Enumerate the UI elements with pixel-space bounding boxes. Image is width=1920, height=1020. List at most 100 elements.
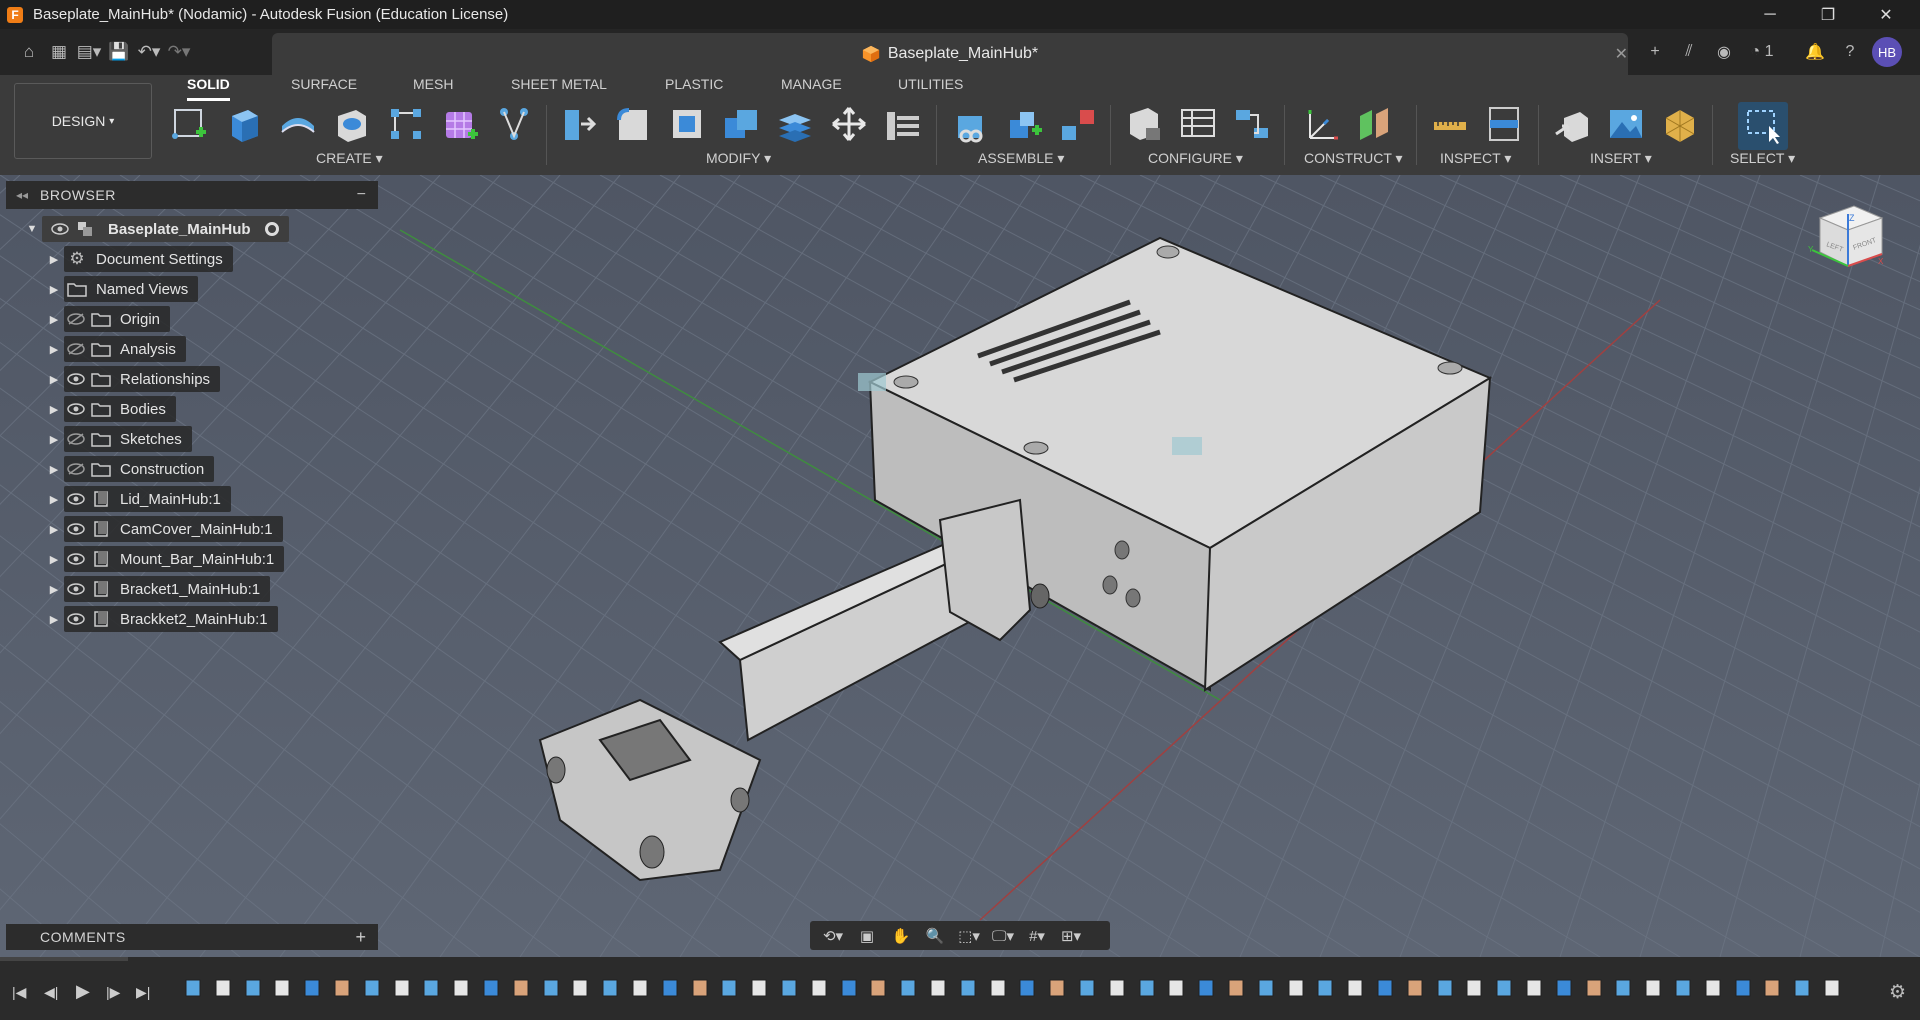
- new-component-icon[interactable]: [948, 102, 992, 146]
- inspect-menu[interactable]: INSPECT ▾: [1440, 150, 1511, 167]
- expand-chevron-icon[interactable]: ▶: [44, 583, 64, 596]
- collapse-panel-icon[interactable]: ◂◂: [16, 188, 28, 202]
- orbit-icon[interactable]: ⟲▾: [816, 923, 850, 949]
- timeline-feature-icon[interactable]: [808, 977, 830, 999]
- timeline-feature-icon[interactable]: [1404, 977, 1426, 999]
- tab-sheet-metal[interactable]: SHEET METAL: [511, 75, 607, 101]
- offset-plane-icon[interactable]: [1354, 102, 1398, 146]
- timeline-feature-icon[interactable]: [748, 977, 770, 999]
- insert-canvas-icon[interactable]: [1604, 102, 1648, 146]
- browser-item[interactable]: ▶ Brackket2_MainHub:1: [44, 606, 278, 632]
- browser-header[interactable]: ◂◂ BROWSER −: [6, 181, 378, 209]
- undo-icon[interactable]: ↶▾: [134, 37, 164, 67]
- play-icon[interactable]: ▶: [76, 981, 90, 1002]
- online-status-icon[interactable]: ◉: [1709, 37, 1739, 67]
- fillet-icon[interactable]: [611, 102, 655, 146]
- browser-item[interactable]: ▶ Relationships: [44, 366, 221, 392]
- joint-icon[interactable]: [1002, 102, 1046, 146]
- viewports-icon[interactable]: ⊞▾: [1054, 923, 1088, 949]
- configure-menu[interactable]: CONFIGURE ▾: [1148, 150, 1243, 167]
- canvas-viewport[interactable]: Z LEFT FRONT Y X: [0, 175, 1920, 957]
- home-icon[interactable]: ⌂: [14, 37, 44, 67]
- hidden-eye-icon[interactable]: [64, 309, 88, 329]
- timeline-feature-icon[interactable]: [1583, 977, 1605, 999]
- move-copy-icon[interactable]: [827, 102, 871, 146]
- change-parameters-icon[interactable]: [881, 102, 925, 146]
- browser-item[interactable]: ▶ Lid_MainHub:1: [44, 486, 231, 512]
- select-menu[interactable]: SELECT ▾: [1730, 150, 1795, 167]
- timeline-feature-icon[interactable]: [420, 977, 442, 999]
- timeline-feature-icon[interactable]: [1016, 977, 1038, 999]
- new-tab-icon[interactable]: +: [1640, 37, 1670, 67]
- joint-marker-icon[interactable]: [1172, 437, 1202, 455]
- construct-menu[interactable]: CONSTRUCT ▾: [1304, 150, 1403, 167]
- timeline-feature-icon[interactable]: [659, 977, 681, 999]
- press-pull-icon[interactable]: [557, 102, 601, 146]
- timeline-feature-icon[interactable]: [1314, 977, 1336, 999]
- timeline-feature-icon[interactable]: [629, 977, 651, 999]
- expand-chevron-icon[interactable]: ▶: [44, 313, 64, 326]
- timeline-feature-icon[interactable]: [957, 977, 979, 999]
- hidden-eye-icon[interactable]: [64, 339, 88, 359]
- insert-menu[interactable]: INSERT ▾: [1590, 150, 1652, 167]
- visibility-eye-icon[interactable]: [64, 489, 88, 509]
- create-menu[interactable]: CREATE ▾: [316, 150, 383, 167]
- timeline-feature-icon[interactable]: [1672, 977, 1694, 999]
- expand-chevron-icon[interactable]: ▶: [44, 493, 64, 506]
- timeline-feature-icon[interactable]: [1165, 977, 1187, 999]
- timeline-feature-icon[interactable]: [569, 977, 591, 999]
- visibility-eye-icon[interactable]: [64, 609, 88, 629]
- expand-chevron-icon[interactable]: ▶: [44, 463, 64, 476]
- redo-icon[interactable]: ↷▾: [164, 37, 194, 67]
- pan-hand-icon[interactable]: ✋: [884, 923, 918, 949]
- expand-chevron-icon[interactable]: ▶: [44, 553, 64, 566]
- timeline-feature-icon[interactable]: [242, 977, 264, 999]
- tab-surface[interactable]: SURFACE: [291, 75, 357, 101]
- visibility-eye-icon[interactable]: [64, 399, 88, 419]
- timeline-feature-icon[interactable]: [838, 977, 860, 999]
- section-analysis-icon[interactable]: [1482, 102, 1526, 146]
- timeline-feature-icon[interactable]: [1136, 977, 1158, 999]
- offset-face-icon[interactable]: [773, 102, 817, 146]
- go-to-end-icon[interactable]: ▶|: [136, 984, 150, 1001]
- timeline-feature-icon[interactable]: [689, 977, 711, 999]
- expand-chevron-icon[interactable]: ▶: [44, 343, 64, 356]
- timeline-feature-icon[interactable]: [301, 977, 323, 999]
- zoom-icon[interactable]: 🔍: [918, 923, 952, 949]
- timeline-feature-icon[interactable]: [778, 977, 800, 999]
- create-sketch-icon[interactable]: [168, 102, 212, 146]
- expand-chevron-icon[interactable]: ▶: [44, 373, 64, 386]
- combine-icon[interactable]: [719, 102, 763, 146]
- timeline-feature-icon[interactable]: [1553, 977, 1575, 999]
- timeline-feature-icon[interactable]: [331, 977, 353, 999]
- close-window-button[interactable]: ✕: [1863, 0, 1909, 29]
- browser-item[interactable]: ▶ Named Views: [44, 276, 199, 302]
- timeline-feature-icon[interactable]: [361, 977, 383, 999]
- browser-item[interactable]: ▶ Analysis: [44, 336, 186, 362]
- expand-chevron-icon[interactable]: ▼: [22, 223, 42, 235]
- configure-design-icon[interactable]: [1122, 102, 1166, 146]
- grid-settings-icon[interactable]: #▾: [1020, 923, 1054, 949]
- mount-bar-assembly[interactable]: [538, 498, 1050, 882]
- browser-item[interactable]: ▶ Origin: [44, 306, 171, 332]
- user-avatar[interactable]: HB: [1872, 37, 1902, 67]
- timeline-feature-icon[interactable]: [1821, 977, 1843, 999]
- timeline-feature-icon[interactable]: [1732, 977, 1754, 999]
- help-icon[interactable]: ?: [1835, 37, 1865, 67]
- joint-marker-icon[interactable]: [858, 373, 886, 391]
- timeline-feature-icon[interactable]: [450, 977, 472, 999]
- restore-button[interactable]: ❐: [1805, 0, 1851, 29]
- tab-utilities[interactable]: UTILITIES: [898, 75, 963, 101]
- measure-icon[interactable]: [1428, 102, 1472, 146]
- timeline-feature-icon[interactable]: [391, 977, 413, 999]
- assemble-menu[interactable]: ASSEMBLE ▾: [978, 150, 1064, 167]
- browser-item[interactable]: ▶ CamCover_MainHub:1: [44, 516, 283, 542]
- configuration-rules-icon[interactable]: [1230, 102, 1274, 146]
- add-comment-icon[interactable]: +: [355, 927, 366, 948]
- visibility-eye-icon[interactable]: [64, 369, 88, 389]
- browser-item[interactable]: ▶ Bracket1_MainHub:1: [44, 576, 271, 602]
- timeline-feature-icon[interactable]: [867, 977, 889, 999]
- visibility-eye-icon[interactable]: [48, 219, 72, 239]
- extensions-icon[interactable]: ⫽: [1673, 37, 1705, 67]
- browser-item[interactable]: ▶ ⚙ Document Settings: [44, 246, 233, 272]
